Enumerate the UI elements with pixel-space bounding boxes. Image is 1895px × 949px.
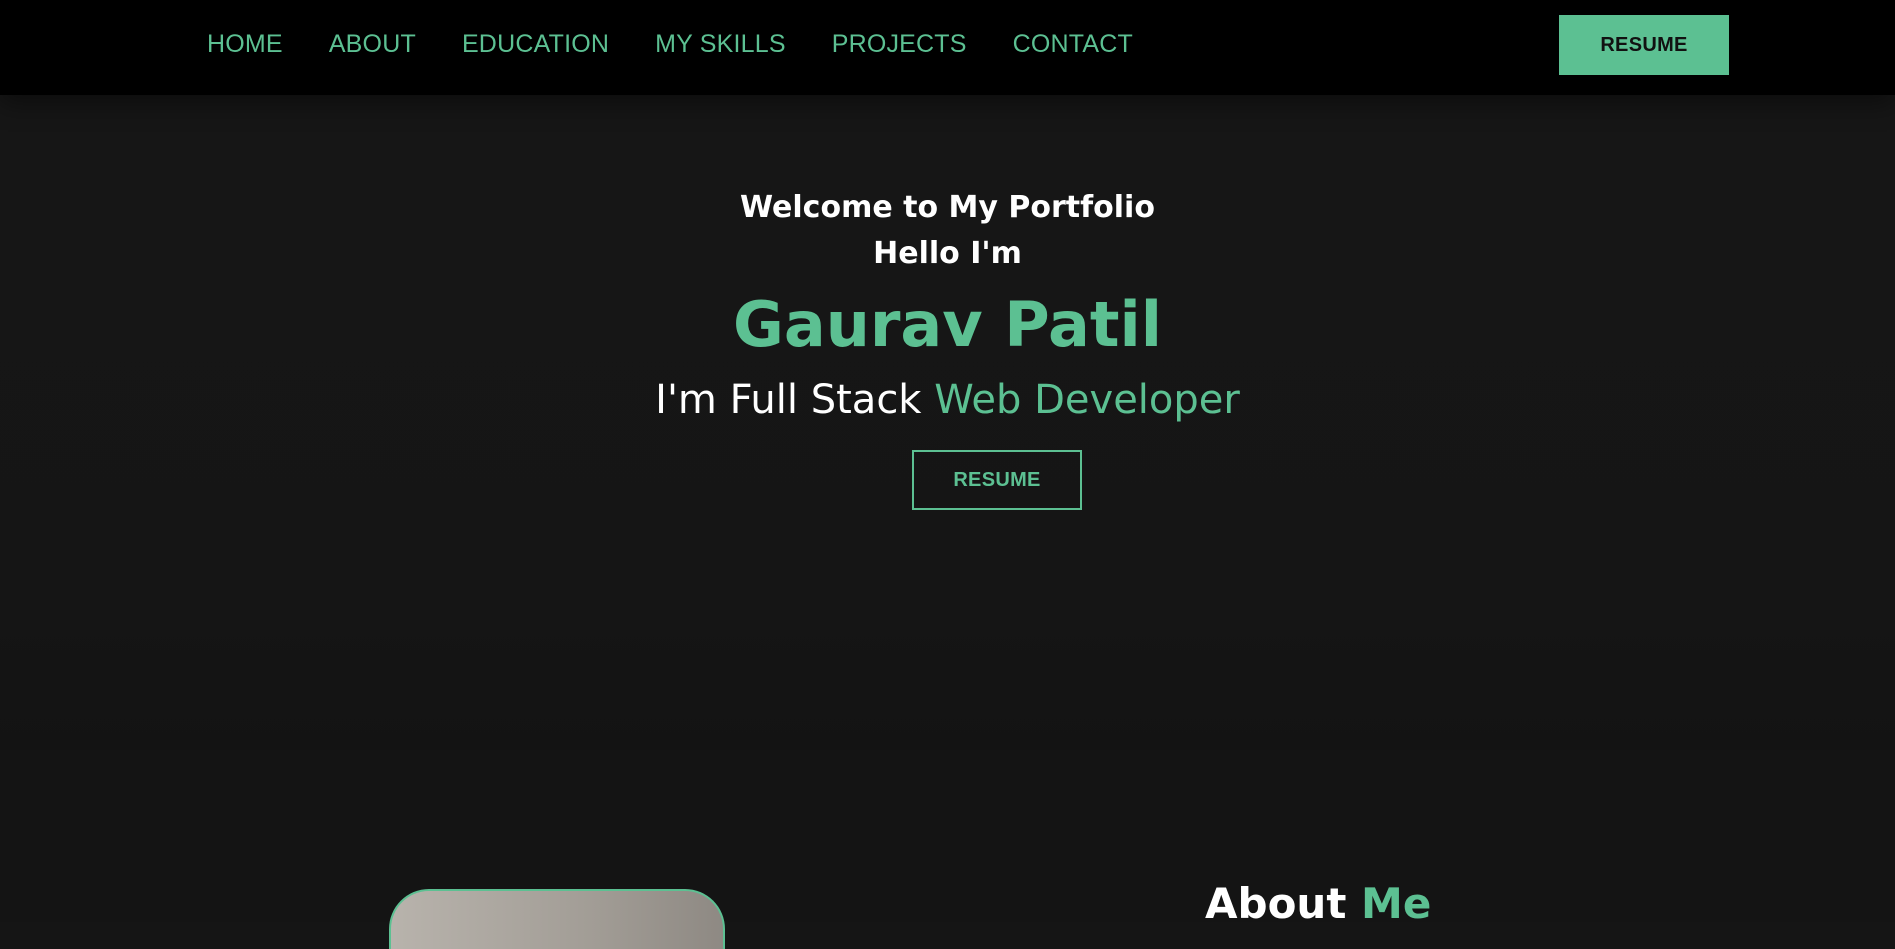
about-profile-image xyxy=(389,889,725,949)
hero-welcome-text: Welcome to My Portfolio xyxy=(740,190,1155,225)
about-section: About Me xyxy=(0,750,1895,949)
hero-hello-text: Hello I'm xyxy=(873,236,1022,271)
nav-link-projects[interactable]: PROJECTS xyxy=(832,26,967,62)
about-title-main: About xyxy=(1205,879,1347,928)
nav-link-my-skills[interactable]: MY SKILLS xyxy=(655,26,786,62)
about-title: About Me xyxy=(1205,876,1431,932)
nav-resume-button[interactable]: RESUME xyxy=(1559,15,1729,75)
hero-name: Gaurav Patil xyxy=(732,288,1163,361)
nav-links: HOME ABOUT EDUCATION MY SKILLS PROJECTS … xyxy=(207,26,1133,62)
hero-tagline: I'm Full Stack Web Developer xyxy=(0,372,1895,428)
nav-link-home[interactable]: HOME xyxy=(207,26,283,62)
hero-section: Welcome to My Portfolio Hello I'm Gaurav… xyxy=(0,95,1895,750)
about-title-accent: Me xyxy=(1361,879,1432,928)
nav-link-education[interactable]: EDUCATION xyxy=(462,26,609,62)
navbar: HOME ABOUT EDUCATION MY SKILLS PROJECTS … xyxy=(0,0,1895,95)
hero-tagline-highlight: Web Developer xyxy=(934,377,1240,423)
nav-link-about[interactable]: ABOUT xyxy=(329,26,416,62)
hero-resume-button[interactable]: RESUME xyxy=(912,450,1082,510)
hero-tagline-prefix: I'm Full Stack xyxy=(655,377,922,423)
nav-link-contact[interactable]: CONTACT xyxy=(1013,26,1133,62)
